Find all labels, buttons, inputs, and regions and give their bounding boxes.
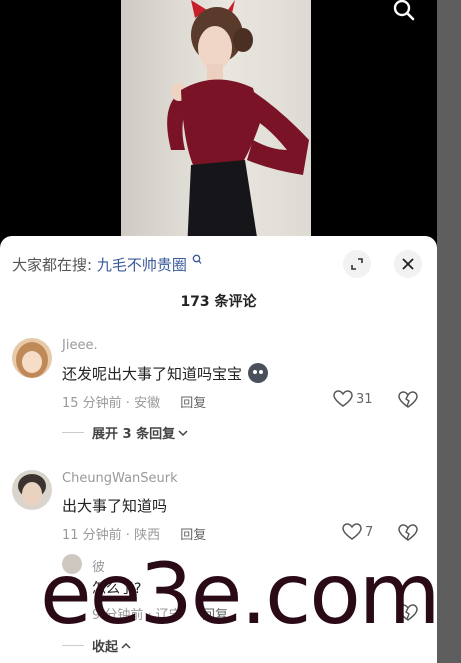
avatar-image	[18, 474, 46, 506]
comment-meta: 11 分钟前 · 陕西 回复	[62, 524, 206, 543]
reply-button[interactable]: 回复	[180, 528, 206, 543]
comment-count: 173 条评论	[180, 294, 257, 310]
comment-text: 出大事了知道吗	[62, 497, 168, 515]
heart-icon	[342, 523, 362, 540]
dislike-button[interactable]	[398, 524, 418, 546]
comment-time-location: 15 分钟前 · 安徽	[62, 396, 161, 411]
comment-text-content: 还发呢出大事了知道吗宝宝	[62, 365, 243, 383]
expand-icon	[351, 258, 363, 270]
dislike-button[interactable]	[398, 391, 418, 413]
comment-text: 还发呢出大事了知道吗宝宝	[62, 362, 269, 384]
hot-search-keyword[interactable]: 九毛不帅贵圈	[97, 256, 187, 274]
heart-icon	[333, 390, 353, 407]
comment-time-location: 11 分钟前 · 陕西	[62, 528, 161, 543]
video-frame	[121, 0, 311, 250]
comment-username[interactable]: CheungWanSeurk	[62, 471, 178, 486]
hot-search-prefix: 大家都在搜:	[12, 256, 93, 274]
like-count: 31	[356, 391, 373, 407]
expand-replies-label: 展开 3 条回复	[92, 427, 176, 442]
video-player[interactable]	[0, 0, 437, 250]
like-count: 7	[365, 524, 374, 540]
divider-line	[62, 432, 84, 433]
expand-replies[interactable]: 展开 3 条回复	[62, 423, 188, 442]
like-button[interactable]: 31	[333, 390, 373, 408]
emoji-icon	[247, 363, 268, 383]
comment-meta: 15 分钟前 · 安徽 回复	[62, 392, 206, 411]
close-button[interactable]	[394, 250, 422, 278]
avatar-image	[16, 342, 48, 378]
avatar[interactable]	[12, 338, 52, 378]
broken-heart-icon	[398, 391, 418, 408]
comment-username[interactable]: Jieee.	[62, 338, 98, 353]
search-icon	[393, 0, 415, 21]
search-small-icon	[192, 254, 202, 264]
chevron-down-icon	[178, 429, 188, 436]
like-button[interactable]: 7	[342, 523, 373, 541]
close-icon	[402, 258, 414, 270]
divider-line	[62, 645, 84, 646]
side-edge	[437, 0, 461, 663]
search-button[interactable]	[390, 0, 418, 24]
hot-search-bar[interactable]: 大家都在搜: 九毛不帅贵圈	[12, 254, 202, 275]
broken-heart-icon	[398, 524, 418, 541]
watermark-text: ee3e.com	[40, 545, 441, 643]
expand-button[interactable]	[343, 250, 371, 278]
reply-button[interactable]: 回复	[180, 396, 206, 411]
avatar[interactable]	[12, 470, 52, 510]
video-figure-image	[167, 0, 309, 250]
